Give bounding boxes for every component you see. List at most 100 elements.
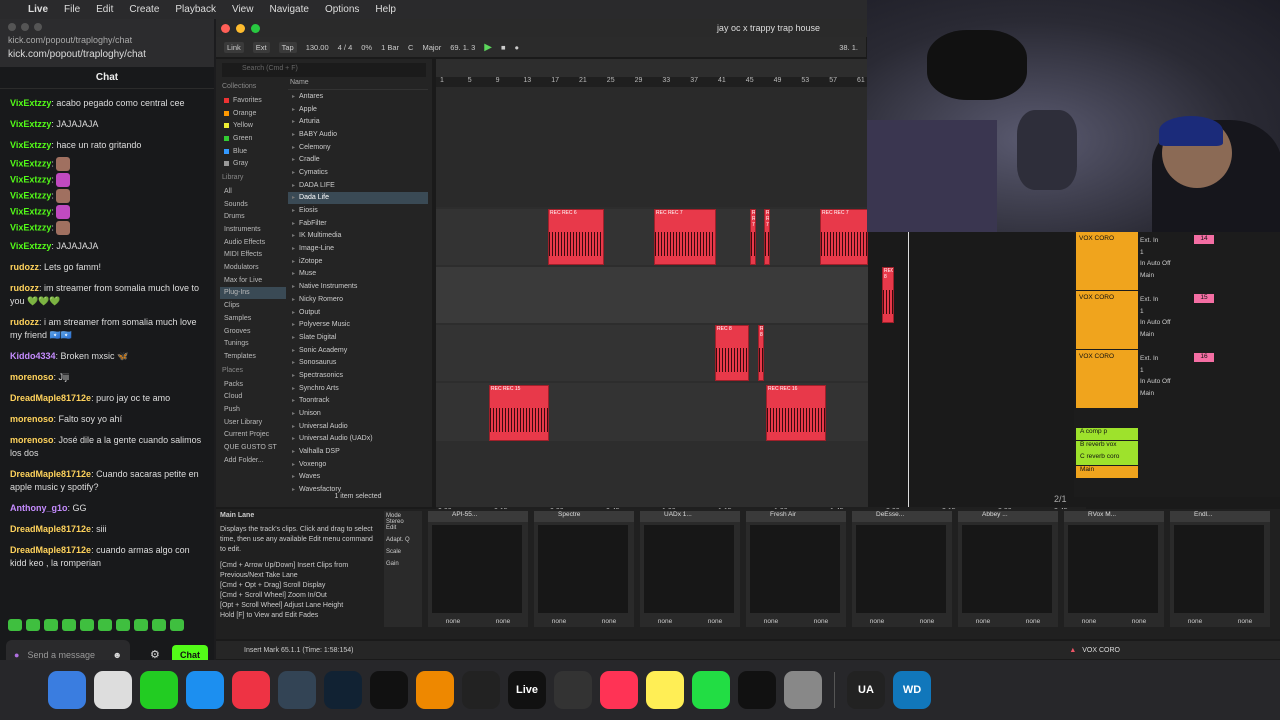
track-io-ch[interactable]: 1 xyxy=(1140,365,1171,377)
audio-clip[interactable]: REC 8 xyxy=(758,325,764,381)
track-name[interactable]: VOX CORO xyxy=(1076,291,1138,349)
emote-icon[interactable] xyxy=(152,619,166,631)
track-number[interactable]: 14 xyxy=(1194,235,1214,244)
menu-navigate[interactable]: Navigate xyxy=(269,4,308,15)
places-item[interactable]: Current Projec xyxy=(220,429,286,442)
audio-clip[interactable]: REC REC 7 xyxy=(764,209,770,265)
plugin-device[interactable]: Endl... none none xyxy=(1170,511,1270,627)
track-io-ch[interactable]: 1 xyxy=(1140,306,1171,318)
plugin-device[interactable]: DeEsse... none none xyxy=(852,511,952,627)
library-item[interactable]: MIDI Effects xyxy=(220,249,286,262)
dock-finder-icon[interactable] xyxy=(48,671,86,709)
menu-app-live[interactable]: Live xyxy=(28,4,48,15)
return-track[interactable]: C reverb coro xyxy=(1076,453,1138,465)
dock-facetime-icon[interactable] xyxy=(140,671,178,709)
chat-username[interactable]: DreadMaple81712e xyxy=(10,469,91,479)
track-io-in[interactable]: Ext. In xyxy=(1140,353,1171,365)
menu-view[interactable]: View xyxy=(232,4,254,15)
library-item[interactable]: Grooves xyxy=(220,325,286,338)
collection-yellow[interactable]: Yellow xyxy=(220,119,286,132)
track-io-out[interactable]: Main xyxy=(1140,388,1171,400)
emote-icon[interactable] xyxy=(134,619,148,631)
minimize-button[interactable] xyxy=(236,23,245,33)
plugin-folder[interactable]: Waves xyxy=(288,471,428,484)
track-lane[interactable] xyxy=(436,325,868,381)
library-item[interactable]: Plug-Ins xyxy=(220,286,286,300)
chat-username[interactable]: DreadMaple81712e xyxy=(10,545,91,555)
track-header[interactable]: VOX CORO Ext. In 1 In Auto Off Main 14 xyxy=(1074,232,1280,290)
preset-select[interactable]: none xyxy=(1082,618,1096,625)
track-io-in[interactable]: Ext. In xyxy=(1140,235,1171,247)
preset-select[interactable]: none xyxy=(1238,618,1252,625)
audio-clip[interactable]: REC REC 7 xyxy=(750,209,756,265)
dock-fl-icon[interactable] xyxy=(416,671,454,709)
track-io-ch[interactable]: 1 xyxy=(1140,247,1171,259)
chat-username[interactable]: morenoso xyxy=(10,414,54,424)
library-item[interactable]: Max for Live xyxy=(220,274,286,287)
plugin-device[interactable]: RVox M... none none xyxy=(1064,511,1164,627)
plugin-folder[interactable]: Image-Line xyxy=(288,242,428,255)
audio-clip[interactable]: REC 8 xyxy=(715,325,749,381)
close-dot[interactable] xyxy=(8,23,16,31)
plugin-folder[interactable]: Unison xyxy=(288,407,428,420)
chat-username[interactable]: VixExtzzy xyxy=(10,119,51,129)
plugin-folder[interactable]: FabFilter xyxy=(288,217,428,230)
plugin-folder[interactable]: Celemony xyxy=(288,141,428,154)
places-item[interactable]: Packs xyxy=(220,378,286,391)
position-field[interactable]: 69. 1. 3 xyxy=(450,43,475,52)
dock-chrome-icon[interactable] xyxy=(232,671,270,709)
plugin-folder[interactable]: Sonosaurus xyxy=(288,356,428,369)
places-item[interactable]: QUE GUSTO ST xyxy=(220,441,286,454)
places-item[interactable]: Add Folder... xyxy=(220,454,286,467)
preset-select[interactable]: none xyxy=(976,618,990,625)
chat-username[interactable]: DreadMaple81712e xyxy=(10,393,91,403)
emote-icon[interactable] xyxy=(44,619,58,631)
plugin-folder[interactable]: Spectrasonics xyxy=(288,369,428,382)
plugin-folder[interactable]: Universal Audio (UADx) xyxy=(288,433,428,446)
plugin-device[interactable]: Spectre none none xyxy=(534,511,634,627)
preset-select[interactable]: none xyxy=(870,618,884,625)
tempo-field[interactable]: 130.00 xyxy=(306,43,329,52)
track-lane[interactable] xyxy=(436,209,868,265)
chat-username[interactable]: VixExtzzy xyxy=(10,140,51,150)
browser-tab[interactable]: kick.com/popout/traploghy/chat xyxy=(8,35,206,45)
collection-blue[interactable]: Blue xyxy=(220,145,286,158)
plugin-folder[interactable]: Voxengo xyxy=(288,458,428,471)
library-item[interactable]: Tunings xyxy=(220,337,286,350)
dock-capcut-icon[interactable] xyxy=(370,671,408,709)
dock-ua-icon[interactable]: UA xyxy=(847,671,885,709)
plugin-folder[interactable]: BABY Audio xyxy=(288,128,428,141)
plugin-folder[interactable]: Toontrack xyxy=(288,395,428,408)
track-number[interactable]: 16 xyxy=(1194,353,1214,362)
chat-username[interactable]: rudozz xyxy=(10,283,39,293)
track-io-out[interactable]: Main xyxy=(1140,329,1171,341)
plugin-folder[interactable]: iZotope xyxy=(288,255,428,268)
dock-pen-icon[interactable] xyxy=(462,671,500,709)
collection-green[interactable]: Green xyxy=(220,132,286,145)
beat-ruler[interactable]: 1 5 9 13 17 21 25 29 33 37 41 45 49 53 57 61 xyxy=(436,77,868,87)
track-header[interactable]: VOX CORO Ext. In 1 In Auto Off Main 15 xyxy=(1074,291,1280,349)
track-number[interactable]: 15 xyxy=(1194,294,1214,303)
link-button[interactable]: Link xyxy=(224,41,244,53)
quantize-menu[interactable]: 1 Bar xyxy=(381,43,399,52)
dock-wd-icon[interactable]: WD xyxy=(893,671,931,709)
track-lane[interactable] xyxy=(436,87,868,207)
dock-app-store-icon[interactable] xyxy=(186,671,224,709)
track-header[interactable]: VOX CORO Ext. In 1 In Auto Off Main 16 xyxy=(1074,350,1280,408)
emoji-icon[interactable]: ☻ xyxy=(113,650,122,660)
emote-icon[interactable] xyxy=(116,619,130,631)
preset-select[interactable]: none xyxy=(764,618,778,625)
plugin-folder[interactable]: Sonic Academy xyxy=(288,344,428,357)
dock-chatgpt-icon[interactable] xyxy=(738,671,776,709)
menu-playback[interactable]: Playback xyxy=(175,4,216,15)
tap-tempo-button[interactable]: Tap xyxy=(278,41,297,53)
chat-username[interactable]: DreadMaple81712e xyxy=(10,524,91,534)
dock-sonoma-icon[interactable] xyxy=(324,671,362,709)
return-track[interactable]: B reverb vox xyxy=(1076,440,1138,453)
plugin-folder[interactable]: Eiosis xyxy=(288,204,428,217)
plugin-folder[interactable]: Valhalla DSP xyxy=(288,445,428,458)
chat-username[interactable]: VixExtzzy xyxy=(10,158,51,168)
library-item[interactable]: Drums xyxy=(220,211,286,224)
dock-xcode-icon[interactable] xyxy=(278,671,316,709)
chat-username[interactable]: morenoso xyxy=(10,372,54,382)
